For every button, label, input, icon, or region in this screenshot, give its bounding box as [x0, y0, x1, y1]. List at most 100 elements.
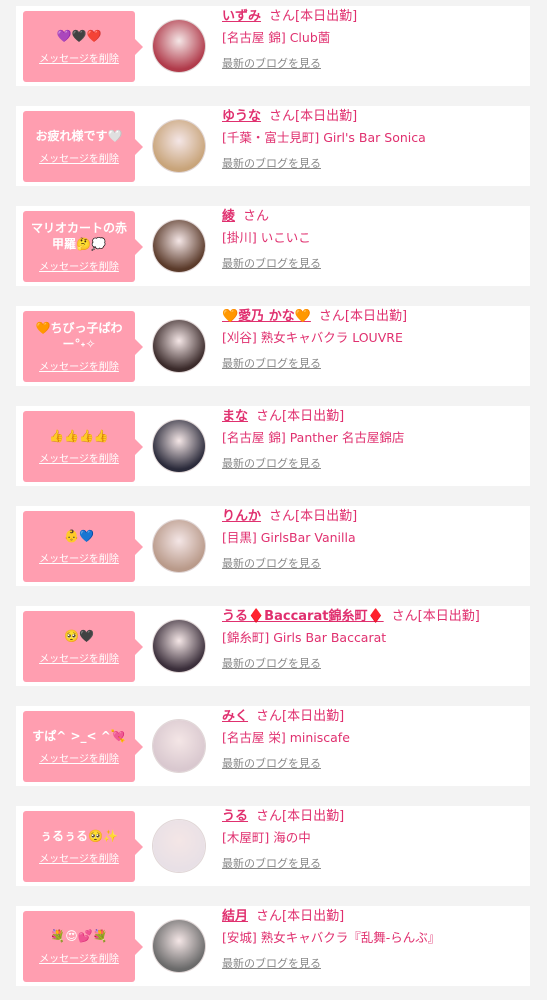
cast-name-link[interactable]: まな: [222, 409, 248, 424]
message-text: ぅるぅる🥺✨: [40, 829, 118, 843]
avatar[interactable]: [153, 520, 205, 572]
cast-name-link[interactable]: いずみ: [222, 9, 261, 24]
shop-text: [錦糸町] Girls Bar Baccarat: [222, 630, 387, 645]
cast-name-link[interactable]: りんか: [222, 509, 261, 524]
list-item: 👍👍👍👍 メッセージを削除 まな さん[本日出勤] [名古屋 錦] Panther…: [16, 406, 530, 486]
status-text: [本日出勤]: [282, 909, 345, 924]
list-item: ぅるぅる🥺✨ メッセージを削除 うる さん[本日出勤] [木屋町] 海の中 最新の…: [16, 806, 530, 886]
latest-blog-link[interactable]: 最新のブログを見る: [222, 355, 321, 371]
avatar-photo: [153, 320, 205, 372]
avatar[interactable]: [153, 620, 205, 672]
avatar[interactable]: [153, 220, 205, 272]
latest-blog-link[interactable]: 最新のブログを見る: [222, 655, 321, 671]
cast-name-link[interactable]: 綾: [222, 209, 235, 224]
name-line: 🧡愛乃 かな🧡 さん[本日出勤]: [222, 308, 522, 326]
message-bubble: 💐😍💕💐 メッセージを削除: [23, 911, 143, 982]
item-info: みく さん[本日出勤] [名古屋 栄] miniscafe 最新のブログを見る: [222, 708, 522, 771]
message-bubble: 👶💙 メッセージを削除: [23, 511, 143, 582]
name-line: 綾さん: [222, 208, 522, 226]
item-info: 結月 さん[本日出勤] [安城] 熟女キャバクラ『乱舞-らんぶ』 最新のブログを見…: [222, 908, 522, 971]
name-line: ゆうな さん[本日出勤]: [222, 108, 522, 126]
avatar-photo: [153, 420, 205, 472]
avatar-photo: [153, 520, 205, 572]
message-bubble: 💜🖤❤️ メッセージを削除: [23, 11, 143, 82]
latest-blog-link[interactable]: 最新のブログを見る: [222, 455, 321, 471]
avatar[interactable]: [153, 20, 205, 72]
cast-name-link[interactable]: 結月: [222, 909, 248, 924]
latest-blog-link[interactable]: 最新のブログを見る: [222, 155, 321, 171]
shop-text: [木屋町] 海の中: [222, 830, 311, 845]
avatar-photo: [153, 120, 205, 172]
avatar[interactable]: [153, 820, 205, 872]
message-text: 💐😍💕💐: [50, 929, 108, 943]
honorific-text: さん: [269, 109, 296, 124]
item-info: 🧡愛乃 かな🧡 さん[本日出勤] [刈谷] 熟女キャバクラ LOUVRE 最新のブ…: [222, 308, 522, 371]
delete-message-link[interactable]: メッセージを削除: [39, 150, 119, 165]
honorific-text: さん: [256, 709, 283, 724]
latest-blog-link[interactable]: 最新のブログを見る: [222, 955, 321, 971]
list-item: 💐😍💕💐 メッセージを削除 結月 さん[本日出勤] [安城] 熟女キャバクラ『乱舞…: [16, 906, 530, 986]
avatar[interactable]: [153, 420, 205, 472]
message-bubble: 🧡ちびっ子ぱわー°˖✧ メッセージを削除: [23, 311, 143, 382]
message-text: 👶💙: [64, 529, 94, 543]
cast-name-link[interactable]: 🧡愛乃 かな🧡: [222, 309, 311, 324]
status-text: [本日出勤]: [295, 109, 358, 124]
honorific-text: さん: [391, 609, 418, 624]
avatar[interactable]: [153, 120, 205, 172]
honorific-text: さん: [256, 909, 283, 924]
latest-blog-link[interactable]: 最新のブログを見る: [222, 555, 321, 571]
shop-text: [千葉・富士見町] Girl's Bar Sonica: [222, 130, 426, 145]
delete-message-link[interactable]: メッセージを削除: [39, 650, 119, 665]
message-bubble: マリオカートの赤甲羅🤔💭 メッセージを削除: [23, 211, 143, 282]
item-info: まな さん[本日出勤] [名古屋 錦] Panther 名古屋錦店 最新のブログを…: [222, 408, 522, 471]
delete-message-link[interactable]: メッセージを削除: [39, 550, 119, 565]
status-text: [本日出勤]: [417, 609, 480, 624]
message-bubble: ぅるぅる🥺✨ メッセージを削除: [23, 811, 143, 882]
shop-text: [名古屋 栄] miniscafe: [222, 730, 350, 745]
delete-message-link[interactable]: メッセージを削除: [39, 850, 119, 865]
avatar-photo: [153, 720, 205, 772]
latest-blog-link[interactable]: 最新のブログを見る: [222, 55, 321, 71]
list-item: 💜🖤❤️ メッセージを削除 いずみ さん[本日出勤] [名古屋 錦] Club薗 …: [16, 6, 530, 86]
latest-blog-link[interactable]: 最新のブログを見る: [222, 755, 321, 771]
message-list: 💜🖤❤️ メッセージを削除 いずみ さん[本日出勤] [名古屋 錦] Club薗 …: [0, 0, 547, 1000]
honorific-text: さん: [269, 9, 296, 24]
message-bubble: すぱ^ >_< ^💘 メッセージを削除: [23, 711, 143, 782]
cast-name-link[interactable]: うる♦️Baccarat錦糸町♦️: [222, 609, 384, 624]
name-line: うる さん[本日出勤]: [222, 808, 522, 826]
name-line: りんか さん[本日出勤]: [222, 508, 522, 526]
latest-blog-link[interactable]: 最新のブログを見る: [222, 855, 321, 871]
avatar-photo: [153, 920, 205, 972]
avatar[interactable]: [153, 320, 205, 372]
item-info: ゆうな さん[本日出勤] [千葉・富士見町] Girl's Bar Sonica …: [222, 108, 522, 171]
status-text: [本日出勤]: [295, 509, 358, 524]
honorific-text: さん: [243, 209, 270, 224]
delete-message-link[interactable]: メッセージを削除: [39, 50, 119, 65]
shop-text: [掛川] いこいこ: [222, 230, 311, 245]
delete-message-link[interactable]: メッセージを削除: [39, 258, 119, 273]
avatar[interactable]: [153, 720, 205, 772]
honorific-text: さん: [256, 409, 283, 424]
item-info: りんか さん[本日出勤] [目黒] GirlsBar Vanilla 最新のブログ…: [222, 508, 522, 571]
status-text: [本日出勤]: [282, 409, 345, 424]
cast-name-link[interactable]: みく: [222, 709, 248, 724]
delete-message-link[interactable]: メッセージを削除: [39, 950, 119, 965]
message-text: 🥺🖤: [64, 629, 94, 643]
latest-blog-link[interactable]: 最新のブログを見る: [222, 255, 321, 271]
cast-name-link[interactable]: うる: [222, 809, 248, 824]
list-item: 🧡ちびっ子ぱわー°˖✧ メッセージを削除 🧡愛乃 かな🧡 さん[本日出勤] [刈谷…: [16, 306, 530, 386]
shop-text: [名古屋 錦] Panther 名古屋錦店: [222, 430, 405, 445]
message-text: すぱ^ >_< ^💘: [32, 729, 126, 743]
avatar[interactable]: [153, 920, 205, 972]
message-text: お疲れ様です🤍: [35, 129, 123, 143]
status-text: [本日出勤]: [344, 309, 408, 324]
name-line: いずみ さん[本日出勤]: [222, 8, 522, 26]
cast-name-link[interactable]: ゆうな: [222, 109, 261, 124]
message-text: 👍👍👍👍: [49, 429, 109, 443]
honorific-text: さん: [256, 809, 283, 824]
name-line: まな さん[本日出勤]: [222, 408, 522, 426]
delete-message-link[interactable]: メッセージを削除: [39, 450, 119, 465]
delete-message-link[interactable]: メッセージを削除: [39, 750, 119, 765]
delete-message-link[interactable]: メッセージを削除: [39, 358, 119, 373]
shop-text: [安城] 熟女キャバクラ『乱舞-らんぶ』: [222, 930, 441, 945]
